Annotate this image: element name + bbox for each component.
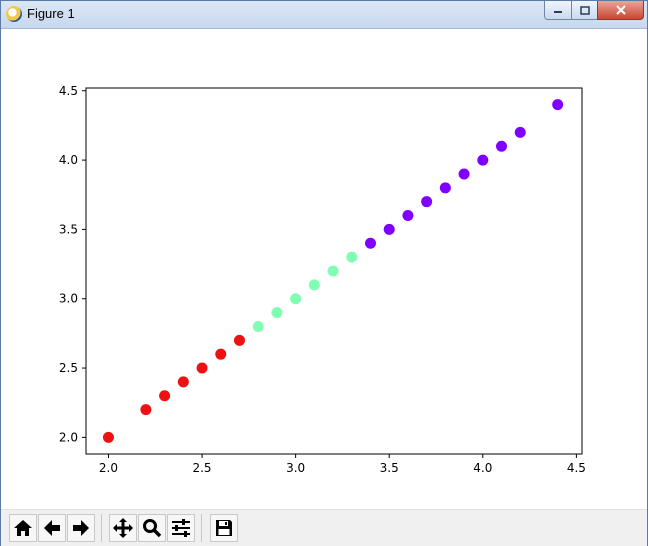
- y-tick-label: 4.5: [59, 84, 78, 98]
- maximize-button[interactable]: [571, 1, 598, 20]
- y-tick-label: 2.0: [59, 430, 78, 444]
- y-tick-label: 4.0: [59, 153, 78, 167]
- data-point: [308, 279, 320, 291]
- home-icon: [14, 520, 32, 536]
- x-tick-label: 2.0: [99, 461, 118, 475]
- data-point: [552, 99, 564, 111]
- data-point: [439, 182, 451, 194]
- data-point: [477, 154, 489, 166]
- navigation-toolbar: [1, 509, 647, 546]
- magnifier-icon: [143, 519, 162, 538]
- matplotlib-icon: [6, 6, 22, 22]
- data-point: [196, 362, 208, 374]
- data-point: [159, 390, 171, 402]
- data-point: [177, 376, 189, 388]
- configure-subplots-button[interactable]: [167, 514, 195, 542]
- close-button[interactable]: [597, 1, 644, 20]
- minimize-button[interactable]: [544, 1, 572, 20]
- arrow-left-icon: [44, 520, 60, 536]
- arrow-right-icon: [73, 520, 89, 536]
- close-icon: [615, 5, 626, 15]
- data-point: [215, 348, 227, 360]
- sliders-icon: [172, 519, 190, 537]
- y-tick-label: 2.5: [59, 361, 78, 375]
- minimize-icon: [554, 11, 562, 13]
- data-point: [327, 265, 339, 277]
- maximize-icon: [579, 5, 590, 15]
- data-point: [383, 223, 395, 235]
- toolbar-separator: [101, 514, 102, 542]
- floppy-disk-icon: [216, 520, 232, 536]
- y-axis: 2.0 2.5 3.0 3.5 4.0 4.5: [59, 84, 86, 444]
- zoom-button[interactable]: [138, 514, 166, 542]
- y-tick-label: 3.5: [59, 222, 78, 236]
- x-tick-label: 2.5: [192, 461, 211, 475]
- x-tick-label: 4.0: [473, 461, 492, 475]
- x-tick-label: 3.5: [380, 461, 399, 475]
- data-point: [496, 140, 508, 152]
- x-axis: 2.0 2.5 3.0 3.5 4.0 4.5: [99, 454, 586, 475]
- move-icon: [113, 518, 133, 538]
- back-button[interactable]: [38, 514, 66, 542]
- forward-button[interactable]: [67, 514, 95, 542]
- scatter-plot: 2.0 2.5 3.0 3.5 4.0 4.5 2.0 2.5 3.0 3.5 4.0 4.5: [59, 84, 586, 475]
- pan-button[interactable]: [109, 514, 137, 542]
- data-point: [346, 251, 358, 263]
- data-point: [514, 126, 526, 138]
- data-point: [421, 196, 433, 208]
- data-point: [140, 404, 152, 416]
- x-tick-label: 4.5: [567, 461, 586, 475]
- data-point: [458, 168, 470, 180]
- data-point: [271, 307, 283, 319]
- data-point: [233, 334, 245, 346]
- home-button[interactable]: [9, 514, 37, 542]
- toolbar-separator: [201, 514, 202, 542]
- data-point: [402, 210, 414, 222]
- data-point: [364, 237, 376, 249]
- title-bar[interactable]: Figure 1: [1, 1, 647, 29]
- figure-window: Figure 1 2.0 2.5 3.0 3.5 4.0 4.5 2.0 2.5 3.0 3.5…: [0, 0, 648, 546]
- x-tick-label: 3.0: [286, 461, 305, 475]
- window-title: Figure 1: [27, 6, 75, 21]
- figure-canvas[interactable]: 2.0 2.5 3.0 3.5 4.0 4.5 2.0 2.5 3.0 3.5 4.0 4.5: [7, 29, 643, 509]
- data-point: [102, 431, 114, 443]
- data-point: [252, 320, 264, 332]
- data-point: [290, 293, 302, 305]
- save-button[interactable]: [210, 514, 238, 542]
- y-tick-label: 3.0: [59, 292, 78, 306]
